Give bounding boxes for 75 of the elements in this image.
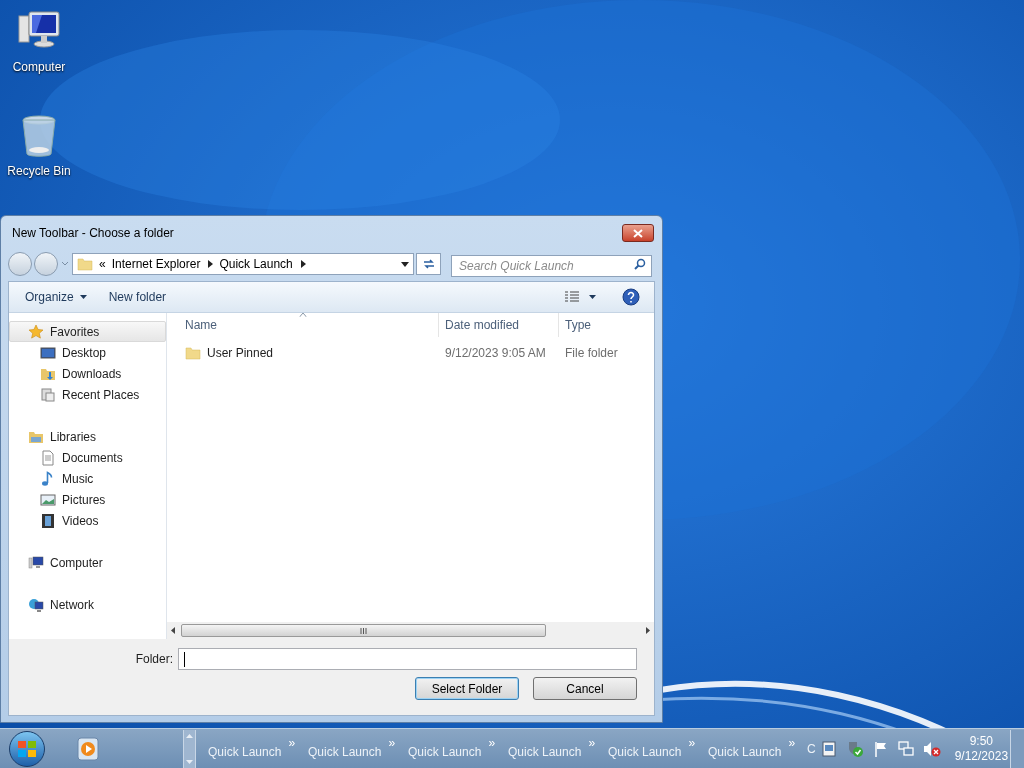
sidebar-item[interactable]: Desktop [9,342,166,363]
organize-button[interactable]: Organize [19,286,93,308]
file-row[interactable]: User Pinned 9/12/2023 9:05 AM File folder [167,342,654,364]
close-button[interactable] [622,224,654,242]
caret-icon [589,295,596,299]
breadcrumb-item[interactable]: Quick Launch [219,255,293,273]
sidebar-item[interactable]: Documents [9,447,166,468]
computer-icon [28,554,44,571]
chevron-icon[interactable] [208,260,214,268]
sidebar-item[interactable]: Music [9,468,166,489]
start-button[interactable] [9,730,45,767]
monitor-icon [40,344,56,361]
grip-icon [360,627,367,634]
desktop-icon-label[interactable]: Computer [12,58,66,76]
close-icon [633,228,643,238]
breadcrumb-item[interactable]: Internet Explorer [111,255,201,273]
folder-field[interactable] [178,648,637,670]
sidebar-item[interactable]: Videos [9,510,166,531]
sidebar-item[interactable]: Downloads [9,363,166,384]
sidebar-item[interactable]: Network [9,594,166,615]
dropdown-icon[interactable] [401,261,409,267]
scroll-thumb[interactable] [181,624,546,637]
chevron-icon[interactable] [300,260,306,268]
down-arrow-icon[interactable] [186,759,193,764]
show-desktop-button[interactable] [1010,729,1024,768]
film-icon [40,512,56,529]
dialog-button[interactable]: Cancel [533,677,637,700]
type-cell-text: File folder [564,345,618,362]
sidebar-item[interactable]: Favorites [9,321,166,342]
sidebar-item[interactable]: Pictures [9,489,166,510]
media-player-icon[interactable] [77,736,99,761]
refresh-icon [421,258,436,270]
sidebar-item[interactable]: Recent Places [9,384,166,405]
flag-icon[interactable] [873,740,888,757]
help-icon[interactable] [622,288,640,306]
clock-time: 9:50 [969,733,994,749]
sidebar-item[interactable]: Computer [9,552,166,573]
column-header[interactable]: Type [559,313,654,337]
breadcrumb-overflow[interactable]: « [99,255,106,273]
date-cell-text: 9/12/2023 9:05 AM [444,345,547,362]
forward-button[interactable] [34,252,58,276]
horizontal-scrollbar[interactable] [167,622,654,639]
clock-date: 9/12/2023 [954,748,1009,764]
recent-places-icon [40,386,56,403]
window-title: New Toolbar - Choose a folder [12,225,174,242]
folder-label: Folder: [135,651,173,668]
up-arrow-icon[interactable] [186,733,193,738]
document-icon[interactable] [821,740,836,757]
sidebar-item[interactable]: Libraries [9,426,166,447]
search-icon [634,258,646,270]
back-button[interactable] [8,252,32,276]
folder-icon [185,345,201,361]
refresh-button[interactable] [416,253,441,275]
caret-icon[interactable] [61,261,69,267]
star-icon [28,323,44,340]
column-header[interactable]: Date modified [439,313,559,337]
dialog-button[interactable]: Select Folder [415,677,519,700]
column-header[interactable]: Name [167,313,439,337]
folder-icon [77,256,93,272]
desktop-icon-label[interactable]: Recycle Bin [7,162,71,180]
file-name: User Pinned [207,345,274,362]
document-icon [40,449,56,466]
network-icon [28,596,44,613]
details-view-icon [565,291,579,303]
search-field[interactable]: Search Quick Launch [451,255,652,277]
caret-icon [79,295,87,299]
left-arrow-icon[interactable] [171,627,175,634]
right-arrow-icon[interactable] [646,627,650,634]
picture-frame-icon [40,491,56,508]
network-icon[interactable] [897,740,914,757]
speaker-muted-icon[interactable] [922,740,941,757]
windows-logo-icon [18,740,36,757]
address-bar[interactable]: « Internet Explorer Quick Launch [72,253,414,275]
new-folder-button[interactable]: New folder [98,286,177,308]
toolbar-scroll-arrows[interactable] [183,729,196,768]
